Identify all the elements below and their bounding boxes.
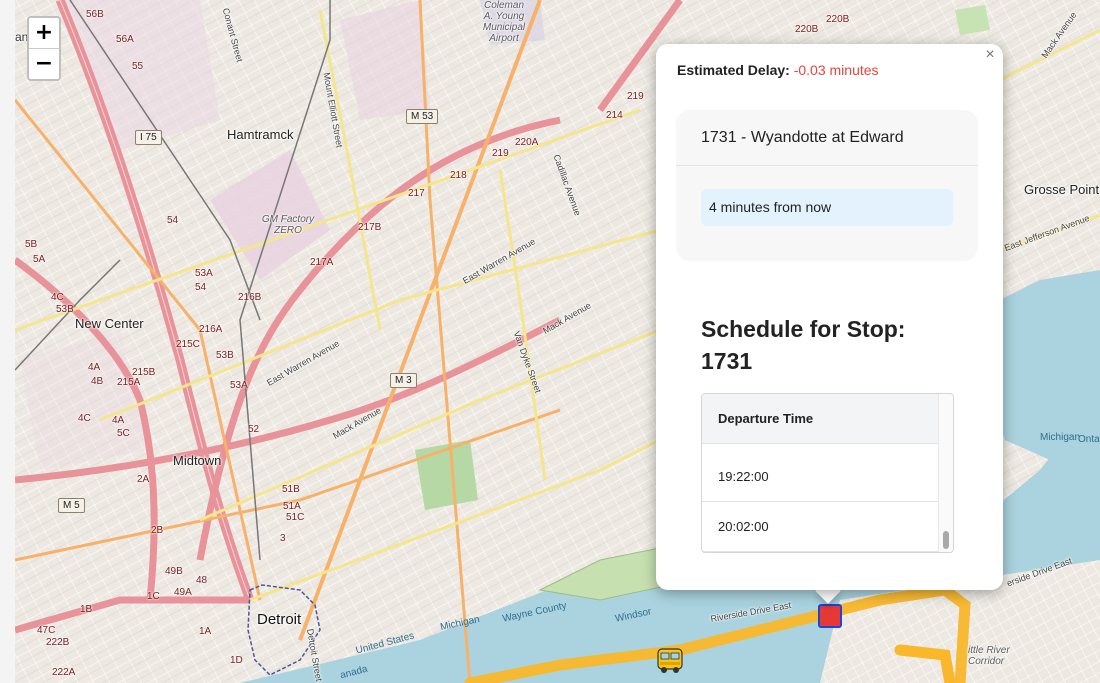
exit-label: 220B [826, 14, 850, 25]
exit-label: 4A [88, 362, 101, 373]
delay-label: Estimated Delay: [677, 62, 790, 78]
exit-label: 53B [216, 350, 234, 361]
stop-popup: × Estimated Delay: -0.03 minutes 1731 - … [656, 44, 1003, 590]
close-button[interactable]: × [983, 47, 997, 63]
exit-label: 2A [137, 474, 150, 485]
table-scroll-thumb[interactable] [943, 531, 949, 549]
exit-label: 1B [80, 604, 93, 615]
exit-label: 220B [795, 24, 819, 35]
exit-label: 217B [358, 222, 382, 233]
exit-label: 218 [450, 170, 467, 181]
stop-title: 1731 - Wyandotte at Edward [701, 129, 904, 146]
table-row: 20:02:00 [702, 502, 939, 552]
exit-label: 4C [78, 413, 91, 424]
exit-label: 48 [196, 575, 208, 586]
exit-label: 4A [112, 415, 125, 426]
exit-label: 222B [46, 637, 70, 648]
exit-label: 219 [627, 91, 644, 102]
stop-card: 1731 - Wyandotte at Edward 4 minutes fro… [676, 110, 978, 261]
shield-i75: I 75 [135, 130, 162, 145]
exit-label: 5A [33, 254, 46, 265]
place-hamtramck: Hamtramck [227, 127, 294, 142]
exit-label: 49B [165, 566, 183, 577]
bus-icon[interactable] [655, 646, 685, 676]
exit-label: 5B [25, 239, 38, 250]
exit-label: 4C [51, 292, 64, 303]
exit-label: 4B [91, 376, 104, 387]
shield-m53: M 53 [406, 109, 439, 124]
exit-label: 215C [176, 339, 200, 350]
exit-label: 49A [174, 587, 192, 598]
exit-label: 220A [515, 137, 539, 148]
schedule-title: Schedule for Stop: 1731 [701, 316, 906, 374]
zoom-out-button[interactable]: − [29, 48, 59, 79]
poi-gm-factory-zero: GM Factory ZERO [261, 214, 315, 236]
schedule-table[interactable]: Departure Time 19:22:00 20:02:00 [701, 393, 954, 553]
exit-label: 1A [199, 626, 212, 637]
zoom-in-button[interactable]: + [29, 18, 59, 48]
exit-label: 215A [117, 377, 141, 388]
exit-label: 222A [52, 667, 76, 678]
exit-label: 55 [132, 61, 144, 72]
bus-stop-marker[interactable] [818, 604, 842, 628]
exit-label: 56B [86, 9, 104, 20]
map-page: Hamtramck New Center Midtown Detroit Gro… [0, 0, 1100, 683]
exit-label: 5C [117, 428, 130, 439]
exit-label: 47C [37, 625, 56, 636]
exit-label: 217A [310, 257, 334, 268]
table-header-departure-time: Departure Time [702, 394, 939, 444]
exit-label: 53A [195, 268, 213, 279]
exit-label: 216A [199, 324, 223, 335]
exit-label: 52 [248, 424, 260, 435]
poi-little-river-corridor: ittle River Corridor [968, 645, 1010, 667]
exit-label: 53A [230, 380, 248, 391]
stop-card-divider [676, 165, 978, 166]
exit-label: 56A [116, 34, 134, 45]
zoom-control: + − [27, 16, 61, 81]
exit-label: 1D [230, 655, 243, 666]
poi-coleman-airport: Coleman A. Young Municipal Airport [482, 0, 526, 44]
exit-label: 51B [282, 484, 300, 495]
exit-label: 2B [151, 525, 164, 536]
place-grosse-pointe: Grosse Point [1024, 182, 1100, 197]
estimated-delay: Estimated Delay: -0.03 minutes [677, 62, 879, 78]
table-scrollbar[interactable] [938, 394, 953, 552]
exit-label: 51A [283, 501, 301, 512]
place-detroit: Detroit [257, 611, 302, 628]
shield-m3: M 3 [390, 373, 417, 388]
exit-label: 216B [238, 292, 262, 303]
exit-label: 217 [408, 188, 425, 199]
exit-label: 51C [286, 512, 305, 523]
water-label-michigan: Michigan [1040, 432, 1081, 443]
park-2 [955, 5, 990, 35]
exit-label: 53B [56, 304, 74, 315]
table-row: 19:22:00 [702, 452, 939, 502]
place-midtown: Midtown [173, 453, 222, 468]
exit-label: 3 [280, 533, 286, 544]
arrival-time-badge: 4 minutes from now [701, 189, 953, 226]
exit-label: 54 [195, 282, 207, 293]
exit-label: 54 [167, 215, 179, 226]
exit-label: 214 [606, 110, 623, 121]
place-new-center: New Center [75, 316, 144, 331]
left-margin-strip [0, 0, 15, 683]
delay-value: -0.03 minutes [793, 62, 879, 78]
water-label-ontario: Ontar [1078, 434, 1100, 445]
shield-m5: M 5 [58, 498, 85, 513]
exit-label: 1C [147, 591, 160, 602]
exit-label: 219 [492, 148, 509, 159]
